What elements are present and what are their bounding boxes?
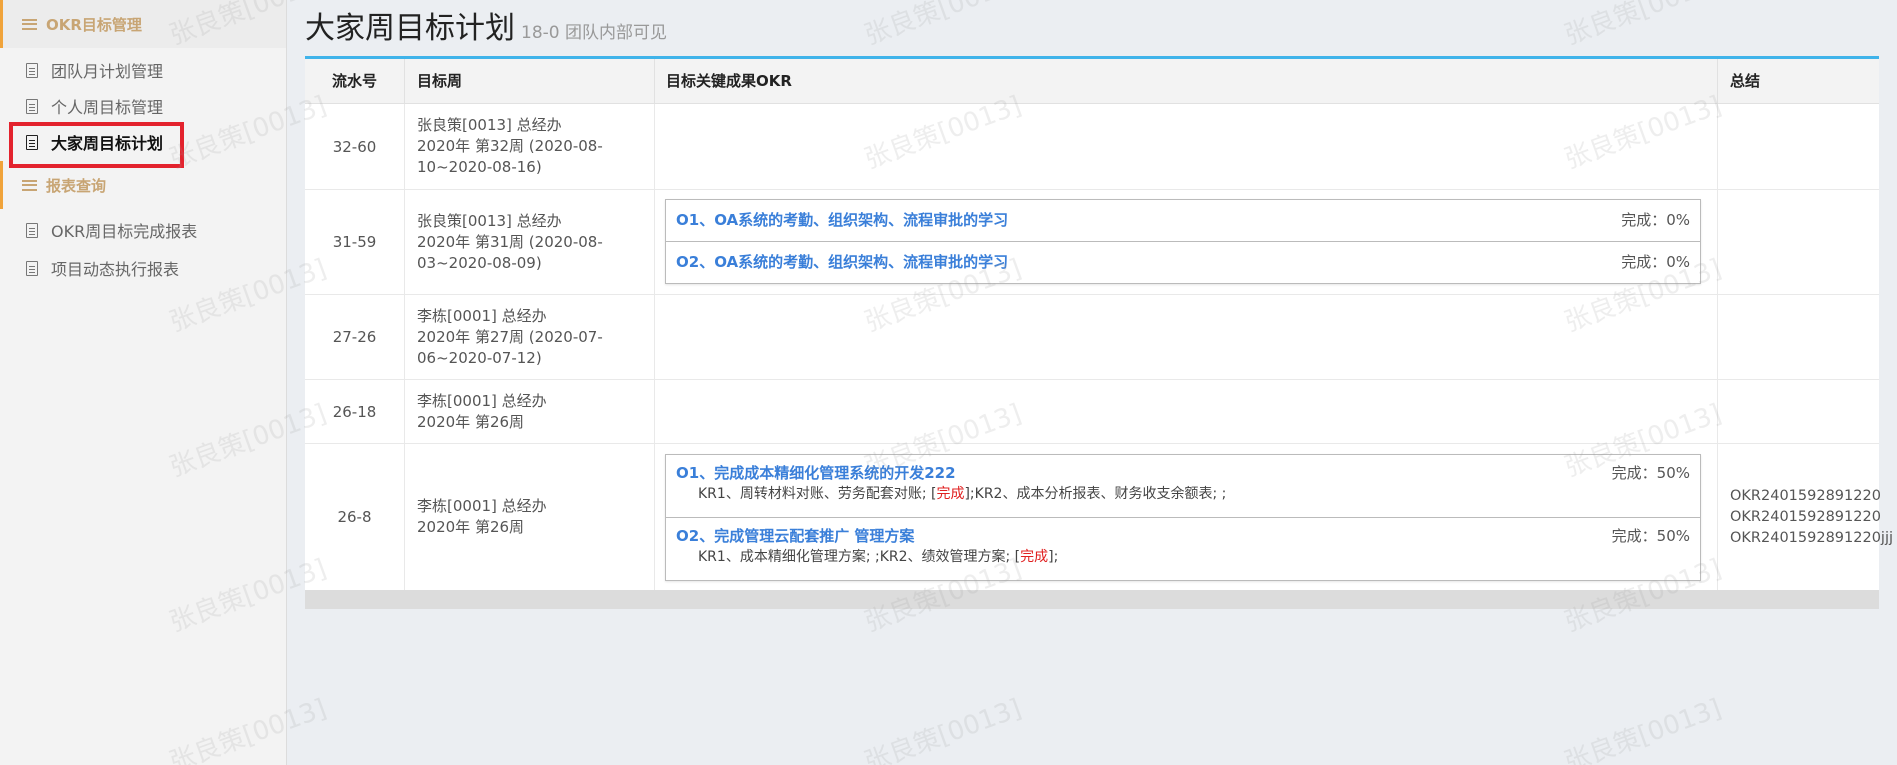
sidebar-item-personal-weekly[interactable]: 个人周目标管理 bbox=[0, 88, 286, 124]
sidebar-group-label: OKR目标管理 bbox=[46, 15, 142, 34]
objective-title-link[interactable]: O2、完成管理云配套推广 管理方案 bbox=[676, 527, 914, 545]
summary-cell bbox=[1718, 380, 1879, 443]
okr-objective[interactable]: O1、OA系统的考勤、组织架构、流程审批的学习 完成：0% bbox=[666, 200, 1700, 242]
sidebar-group-okr[interactable]: OKR目标管理 bbox=[0, 0, 286, 48]
week-text: 2020年 第27周 (2020-07- bbox=[417, 327, 603, 346]
kr-text: KR1、成本精细化管理方案; ;KR2、绩效管理方案; [ bbox=[698, 549, 1021, 565]
table-row[interactable]: 26-18 李栋[0001] 总经办 2020年 第26周 bbox=[305, 380, 1879, 444]
week-cell: 李栋[0001] 总经办 2020年 第27周 (2020-07- 06~202… bbox=[405, 295, 655, 379]
done-tag: 完成 bbox=[1020, 549, 1049, 565]
week-cell: 李栋[0001] 总经办 2020年 第26周 bbox=[405, 444, 655, 590]
owner-text: 李栋[0001] 总经办 bbox=[417, 391, 547, 410]
okr-list: O1、OA系统的考勤、组织架构、流程审批的学习 完成：0% O2、OA系统的考勤… bbox=[665, 199, 1701, 284]
okr-cell bbox=[655, 295, 1718, 379]
summary-line: OKR2401592891220jjj bbox=[1730, 529, 1894, 546]
summary-cell bbox=[1718, 295, 1879, 379]
sidebar-item-label: 团队月计划管理 bbox=[51, 62, 164, 81]
page-subtitle: 18-0 团队内部可见 bbox=[521, 23, 667, 43]
sidebar-item-label: 项目动态执行报表 bbox=[51, 260, 180, 279]
sidebar-group-reports[interactable]: 报表查询 bbox=[0, 161, 286, 209]
list-icon bbox=[22, 18, 37, 30]
week-text: 2020年 第31周 (2020-08- bbox=[417, 232, 603, 251]
sidebar-item-project-report[interactable]: 项目动态执行报表 bbox=[0, 250, 286, 286]
page-header: 大家周目标计划 18-0 团队内部可见 bbox=[305, 3, 667, 47]
column-header-summary[interactable]: 总结 bbox=[1718, 59, 1879, 104]
summary-cell bbox=[1718, 104, 1879, 189]
sidebar: OKR目标管理 团队月计划管理 个人周目标管理 大家周目标计划 报表查询 OKR… bbox=[0, 0, 287, 765]
week-range-text: 03~2020-08-09) bbox=[417, 253, 542, 272]
okr-list: O1、完成成本精细化管理系统的开发222 完成：50% KR1、周转材料对账、劳… bbox=[665, 454, 1701, 581]
completion-status: 完成：0% bbox=[1621, 253, 1690, 271]
owner-text: 张良策[0013] 总经办 bbox=[417, 211, 562, 230]
completion-status: 完成：0% bbox=[1621, 211, 1690, 229]
okr-cell bbox=[655, 380, 1718, 443]
horizontal-scrollbar[interactable] bbox=[305, 590, 1879, 609]
column-header-serial[interactable]: 流水号 bbox=[305, 59, 405, 104]
document-icon bbox=[26, 260, 38, 276]
serial-cell: 31-59 bbox=[305, 190, 405, 294]
okr-cell bbox=[655, 104, 1718, 189]
sidebar-group-label: 报表查询 bbox=[46, 176, 107, 195]
week-cell: 张良策[0013] 总经办 2020年 第31周 (2020-08- 03~20… bbox=[405, 190, 655, 294]
okr-objective[interactable]: O2、OA系统的考勤、组织架构、流程审批的学习 完成：0% bbox=[666, 242, 1700, 283]
document-icon bbox=[26, 222, 38, 238]
objective-title-link[interactable]: O2、OA系统的考勤、组织架构、流程审批的学习 bbox=[676, 253, 1008, 271]
week-text: 2020年 第32周 (2020-08- bbox=[417, 137, 603, 155]
serial-cell: 26-8 bbox=[305, 444, 405, 590]
week-cell: 张良策[0013] 总经办 2020年 第32周 (2020-08- 10~20… bbox=[405, 104, 655, 189]
week-cell: 李栋[0001] 总经办 2020年 第26周 bbox=[405, 380, 655, 443]
table-header: 流水号 目标周 目标关键成果OKR 总结 bbox=[305, 59, 1879, 104]
okr-objective[interactable]: O1、完成成本精细化管理系统的开发222 完成：50% KR1、周转材料对账、劳… bbox=[666, 455, 1700, 518]
summary-line: OKR2401592891220 bbox=[1730, 487, 1881, 504]
watermark: 张良策[0013] bbox=[1560, 0, 1726, 52]
owner-text: 张良策[0013] 总经办 bbox=[417, 116, 562, 134]
table-row[interactable]: 32-60 张良策[0013] 总经办 2020年 第32周 (2020-08-… bbox=[305, 104, 1879, 190]
list-icon bbox=[22, 179, 37, 191]
sidebar-item-team-monthly[interactable]: 团队月计划管理 bbox=[0, 52, 286, 88]
okr-table-panel: 流水号 目标周 目标关键成果OKR 总结 32-60 张良策[0013] 总经办… bbox=[305, 56, 1894, 609]
sidebar-item-label: 个人周目标管理 bbox=[51, 98, 164, 117]
page-title: 大家周目标计划 bbox=[305, 11, 515, 46]
completion-status: 完成：50% bbox=[1611, 527, 1690, 545]
week-range-text: 10~2020-08-16) bbox=[417, 158, 542, 176]
column-header-week[interactable]: 目标周 bbox=[405, 59, 655, 104]
summary-cell: OKR2401592891220 OKR2401592891220 OKR240… bbox=[1718, 444, 1894, 590]
owner-text: 李栋[0001] 总经办 bbox=[417, 497, 547, 515]
document-icon bbox=[26, 62, 38, 78]
watermark: 张良策[0013] bbox=[860, 693, 1026, 765]
table-row[interactable]: 31-59 张良策[0013] 总经办 2020年 第31周 (2020-08-… bbox=[305, 190, 1879, 295]
sidebar-item-okr-report[interactable]: OKR周目标完成报表 bbox=[0, 212, 286, 248]
serial-cell: 26-18 bbox=[305, 380, 405, 443]
watermark: 张良策[0013] bbox=[1560, 693, 1726, 765]
kr-text: ]; bbox=[1048, 549, 1059, 565]
okr-objective[interactable]: O2、完成管理云配套推广 管理方案 完成：50% KR1、成本精细化管理方案; … bbox=[666, 518, 1700, 580]
serial-cell: 27-26 bbox=[305, 295, 405, 379]
table-row[interactable]: 27-26 李栋[0001] 总经办 2020年 第27周 (2020-07- … bbox=[305, 295, 1879, 380]
watermark: 张良策[0013] bbox=[860, 0, 1026, 52]
sidebar-item-label: OKR周目标完成报表 bbox=[51, 222, 198, 241]
table-row[interactable]: 26-8 李栋[0001] 总经办 2020年 第26周 O1、完成成本精细化管… bbox=[305, 444, 1894, 590]
objective-title-link[interactable]: O1、完成成本精细化管理系统的开发222 bbox=[676, 464, 956, 482]
key-results-text: KR1、成本精细化管理方案; ;KR2、绩效管理方案; [完成]; bbox=[676, 547, 1690, 568]
done-tag: 完成 bbox=[936, 486, 965, 502]
document-icon bbox=[26, 98, 38, 114]
week-text: 2020年 第26周 bbox=[417, 518, 525, 536]
key-results-text: KR1、周转材料对账、劳务配套对账; [完成];KR2、成本分析报表、财务收支余… bbox=[676, 484, 1690, 505]
okr-cell: O1、完成成本精细化管理系统的开发222 完成：50% KR1、周转材料对账、劳… bbox=[655, 444, 1718, 590]
week-text: 2020年 第26周 bbox=[417, 412, 525, 431]
kr-text: ];KR2、成本分析报表、财务收支余额表; ; bbox=[964, 486, 1227, 502]
kr-text: KR1、周转材料对账、劳务配套对账; [ bbox=[698, 486, 937, 502]
week-range-text: 06~2020-07-12) bbox=[417, 348, 542, 367]
summary-cell bbox=[1718, 190, 1879, 294]
owner-text: 李栋[0001] 总经办 bbox=[417, 306, 547, 325]
okr-cell: O1、OA系统的考勤、组织架构、流程审批的学习 完成：0% O2、OA系统的考勤… bbox=[655, 190, 1718, 294]
serial-cell: 32-60 bbox=[305, 104, 405, 189]
objective-title-link[interactable]: O1、OA系统的考勤、组织架构、流程审批的学习 bbox=[676, 211, 1008, 229]
column-header-okr[interactable]: 目标关键成果OKR bbox=[655, 59, 1718, 104]
completion-status: 完成：50% bbox=[1611, 464, 1690, 482]
summary-line: OKR2401592891220 bbox=[1730, 508, 1881, 525]
